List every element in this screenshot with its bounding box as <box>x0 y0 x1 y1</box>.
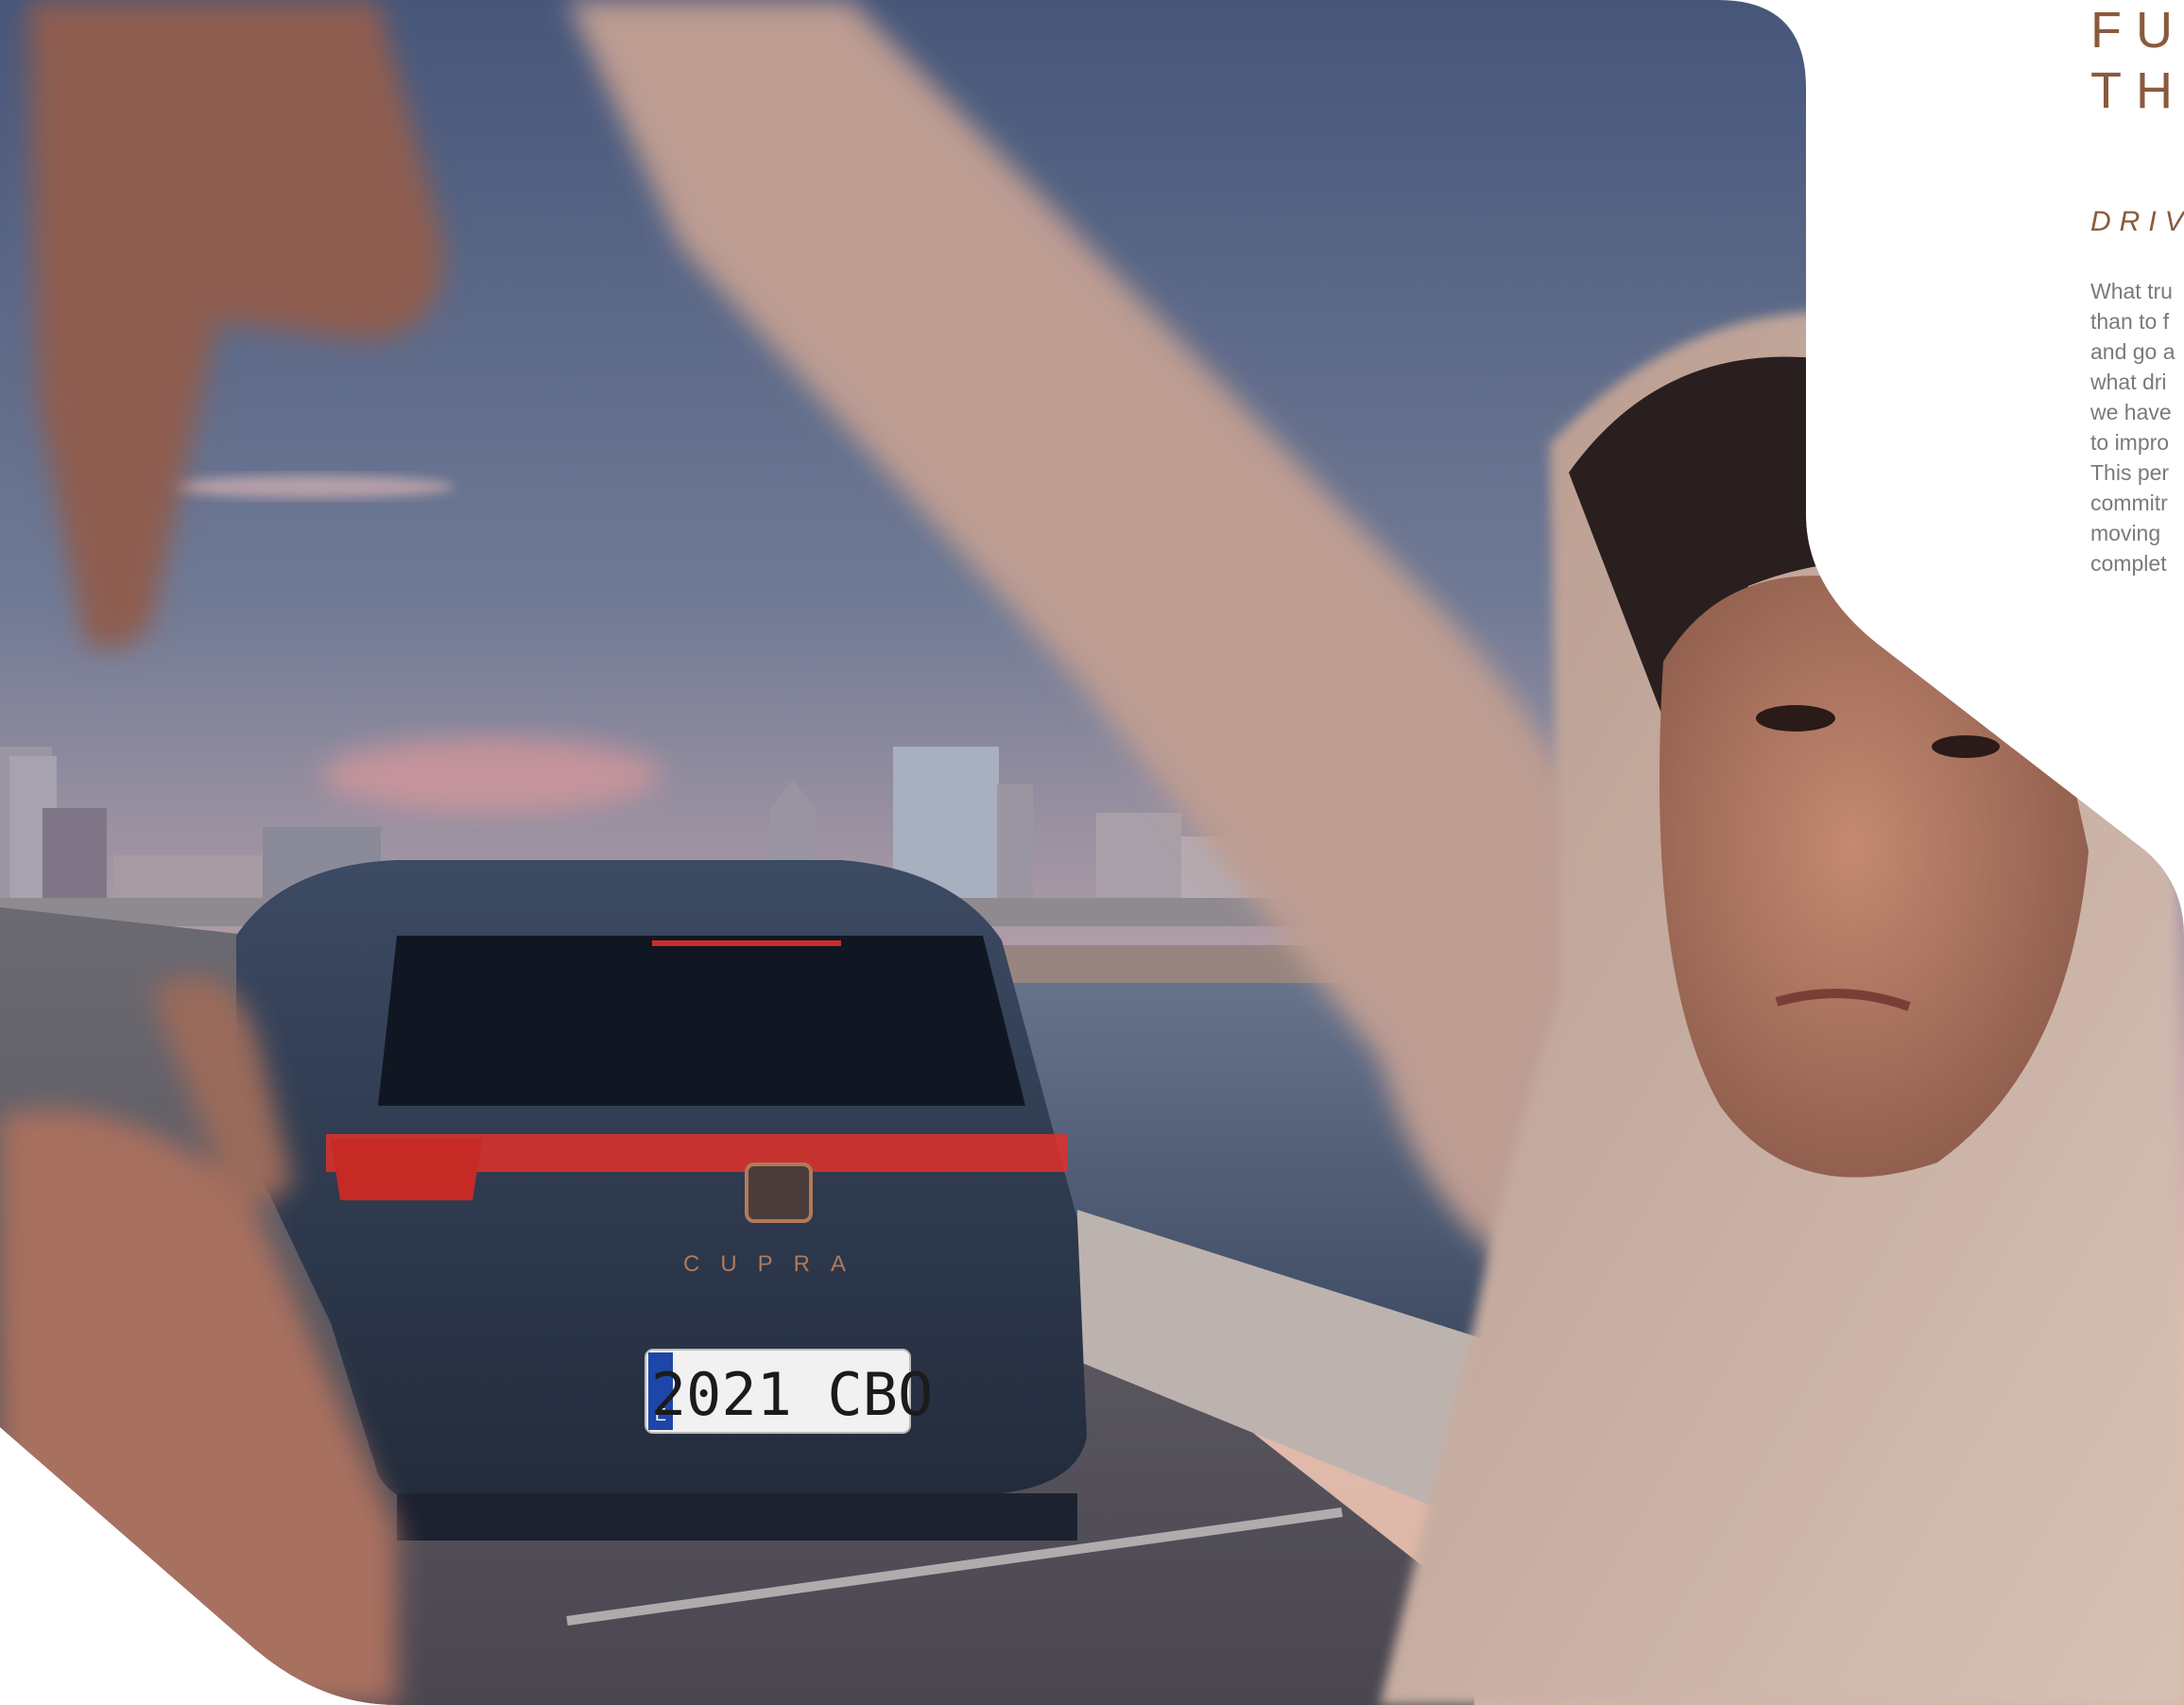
body-line: moving <box>2090 521 2161 545</box>
brochure-page: CUPRA E 2021 CBO FU TH DRIV What tru tha… <box>0 0 2184 1705</box>
rear-badge-text: CUPRA <box>683 1251 867 1277</box>
headline-line-2: TH <box>2090 62 2184 119</box>
plate-number: 2021 CBO <box>651 1360 934 1429</box>
cupra-logo-icon <box>745 1162 813 1223</box>
body-line: we have <box>2090 400 2172 424</box>
article-headline: FU TH <box>2090 0 2184 121</box>
license-plate: E 2021 CBO <box>645 1349 934 1434</box>
body-line: complet <box>2090 551 2167 576</box>
body-line: and go a <box>2090 339 2175 364</box>
hero-photo: CUPRA E 2021 CBO <box>0 0 2184 1705</box>
body-line: What tru <box>2090 279 2173 303</box>
article-column: FU TH DRIV What tru than to f and go a w… <box>2090 0 2184 586</box>
article-body: What tru than to f and go a what dri we … <box>2090 276 2175 578</box>
body-line: commitr <box>2090 491 2168 515</box>
body-line: This per <box>2090 460 2170 485</box>
headline-line-1: FU <box>2090 2 2184 59</box>
body-line: what dri <box>2090 370 2167 394</box>
body-line: than to f <box>2090 309 2170 334</box>
article-subhead: DRIV <box>2090 206 2184 237</box>
hero-photo-frame: CUPRA E 2021 CBO <box>0 0 2184 1705</box>
body-line: to impro <box>2090 430 2170 455</box>
